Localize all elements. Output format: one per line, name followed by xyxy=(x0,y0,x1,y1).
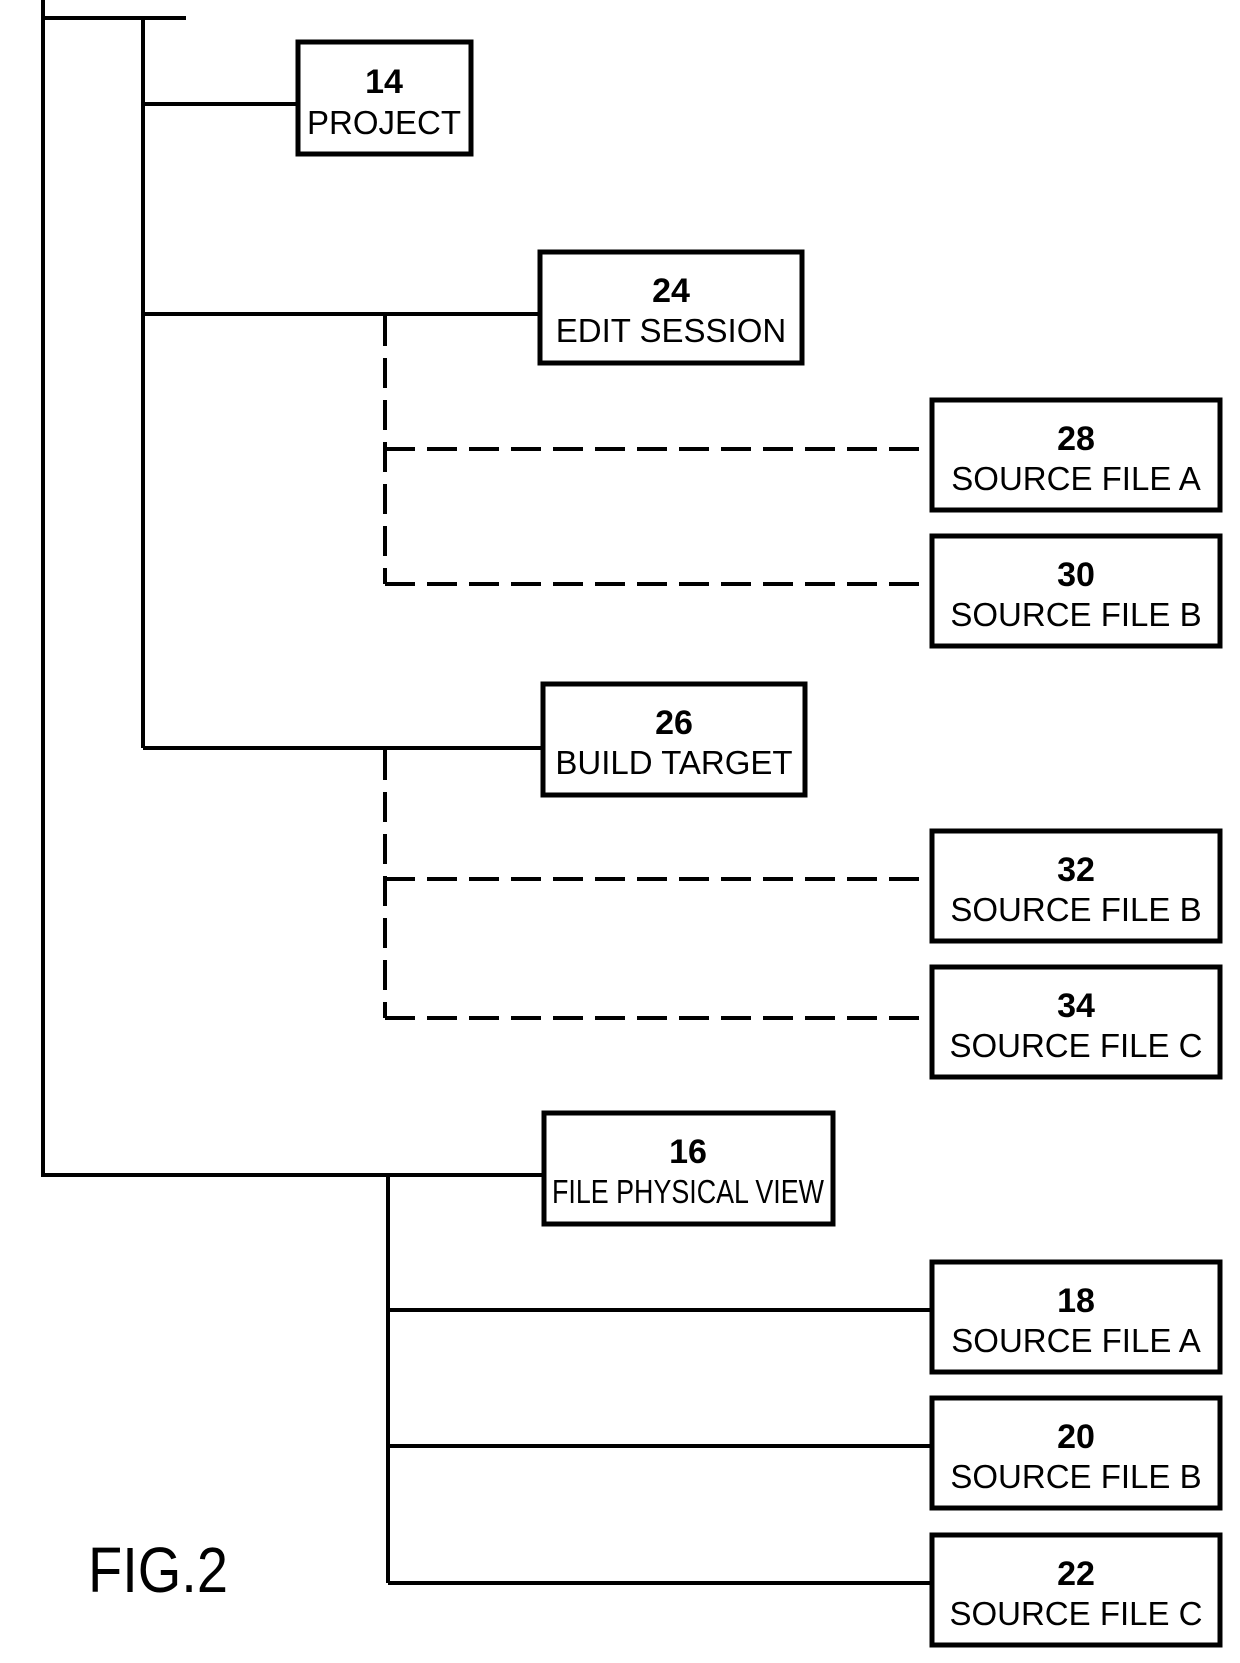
node-label: PROJECT xyxy=(307,104,461,141)
node-label: SOURCE FILE B xyxy=(950,891,1201,928)
node-phys-src-a: 18 SOURCE FILE A xyxy=(929,1259,1223,1375)
node-ref: 20 xyxy=(1057,1418,1095,1456)
node-label: SOURCE FILE C xyxy=(949,1027,1202,1064)
node-ref: 22 xyxy=(1057,1555,1095,1593)
node-file-physical-view: 16 FILE PHYSICAL VIEW xyxy=(541,1110,836,1227)
tree-diagram: 14 PROJECT 24 EDIT SESSION 28 SOURCE FIL… xyxy=(41,0,1223,1648)
node-edit-src-b: 30 SOURCE FILE B xyxy=(929,533,1223,649)
node-edit-src-a: 28 SOURCE FILE A xyxy=(929,397,1223,513)
node-label: FILE PHYSICAL VIEW xyxy=(552,1173,825,1210)
node-edit-session: 24 EDIT SESSION xyxy=(537,249,805,366)
node-phys-src-c: 22 SOURCE FILE C xyxy=(929,1532,1223,1648)
node-ref: 34 xyxy=(1057,987,1095,1025)
node-label: SOURCE FILE A xyxy=(951,1322,1200,1359)
node-ref: 24 xyxy=(652,272,690,310)
node-project: 14 PROJECT xyxy=(295,39,474,157)
node-label: SOURCE FILE B xyxy=(950,1458,1201,1495)
node-ref: 28 xyxy=(1057,420,1095,458)
figure-caption: FIG.2 xyxy=(88,1534,228,1606)
node-ref: 18 xyxy=(1057,1282,1095,1320)
node-label: SOURCE FILE B xyxy=(950,596,1201,633)
node-label: SOURCE FILE A xyxy=(951,460,1200,497)
node-ref: 26 xyxy=(655,704,693,742)
node-ref: 30 xyxy=(1057,556,1095,594)
node-label: BUILD TARGET xyxy=(555,744,792,781)
node-ref: 16 xyxy=(669,1133,707,1171)
node-build-src-b: 32 SOURCE FILE B xyxy=(929,828,1223,944)
node-label: EDIT SESSION xyxy=(556,312,786,349)
node-build-src-c: 34 SOURCE FILE C xyxy=(929,964,1223,1080)
node-ref: 32 xyxy=(1057,851,1095,889)
node-label: SOURCE FILE C xyxy=(949,1595,1202,1632)
node-phys-src-b: 20 SOURCE FILE B xyxy=(929,1395,1223,1511)
node-ref: 14 xyxy=(365,63,403,101)
node-build-target: 26 BUILD TARGET xyxy=(540,681,808,798)
